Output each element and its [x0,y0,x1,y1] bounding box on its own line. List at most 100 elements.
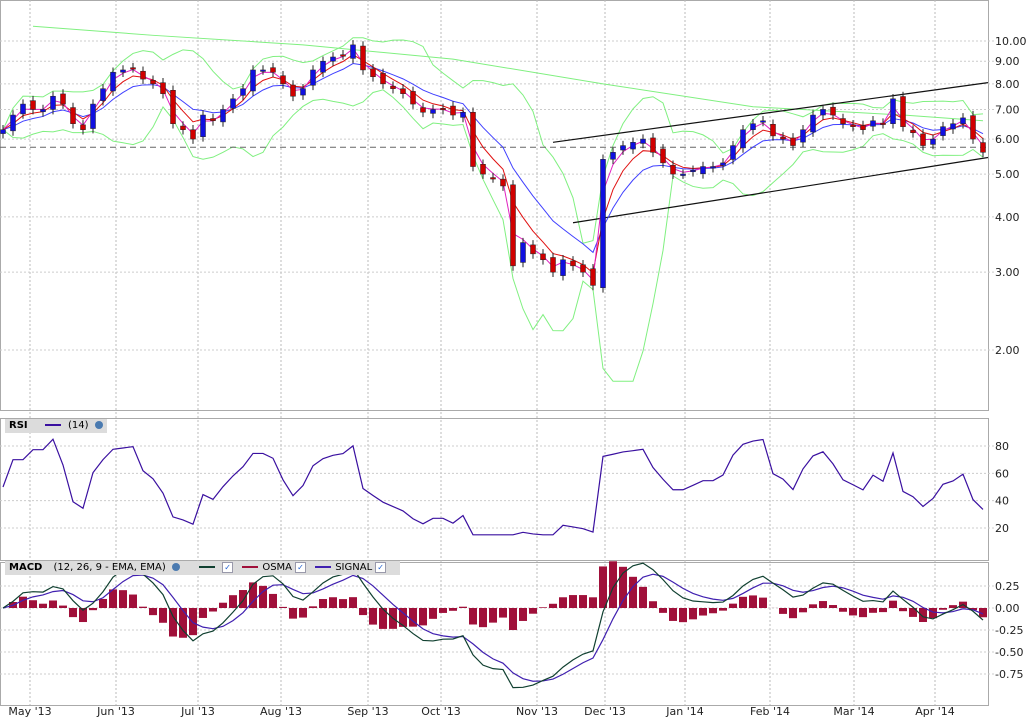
osma-bar [799,608,807,613]
candle-down [360,45,366,71]
x-tick-label: Mar '14 [833,705,874,718]
chart-canvas: May '13 Jun '13 Jul '13 Aug '13 Sep '13 Oct '… [0,0,1027,718]
candle-up [690,170,696,173]
osma-bar [599,566,607,608]
macd-params: (12, 26, 9 - EMA, EMA) [53,562,166,573]
candle-down [440,108,446,111]
macd-tick-label: -0.75 [995,668,1023,681]
candle-down [540,253,546,261]
candle-up [110,71,116,92]
settings-globe-icon[interactable] [94,421,103,429]
osma-bar [939,608,947,610]
candle-down [860,125,866,130]
candle-up [330,56,336,62]
osma-bar [189,608,197,636]
osma-bar [749,595,757,608]
candle-up [300,88,306,96]
osma-bar [89,608,97,611]
price-tick-label: 10.00 [995,35,1027,48]
candle-down [770,124,776,137]
price-tick-label: 6.00 [995,133,1020,146]
ema-mid-line [2,54,984,274]
x-tick-label: Jul '13 [180,705,215,718]
candle-down [980,142,986,153]
candle-down [170,90,176,124]
osma-bar [859,608,867,618]
price-tick-label: 9.00 [995,55,1020,68]
candle-up [810,114,816,133]
candle-down [280,75,286,85]
candle-down [850,124,856,127]
osma-bar [709,608,717,614]
osma-bar [829,605,837,608]
osma-bar [319,599,327,608]
candle-down [670,164,676,175]
candle-up [800,129,806,143]
osma-bar [329,597,337,608]
candle-up [950,123,956,130]
osma-bar [699,608,707,616]
osma-bar [269,593,277,608]
candle-down [450,105,456,116]
rsi-tick-label: 60 [995,467,1009,480]
osma-bar [549,603,557,608]
candle-up [220,109,226,123]
osma-bar [349,597,357,608]
settings-globe-icon[interactable] [171,563,180,571]
osma-bar [499,608,507,618]
candle-up [930,138,936,145]
osma-bar [229,595,237,608]
price-tick-label: 3.00 [995,266,1020,279]
candle-up [20,103,26,115]
osma-bar [149,608,157,616]
candle-up [240,88,246,96]
osma-bar [359,608,367,616]
candle-up [90,103,96,129]
candle-down [590,268,596,286]
osma-bar [459,606,467,608]
candle-down [160,82,166,94]
candle-up [350,44,356,59]
x-tick-label: Sep '13 [347,705,388,718]
candle-down [840,118,846,124]
price-tick-label: 5.00 [995,168,1020,181]
candle-down [80,124,86,130]
rsi-tick-label: 40 [995,495,1009,508]
signal-toggle-checkbox[interactable]: ✓ [375,561,387,573]
channel-lower-trendline [572,156,989,224]
candle-down [900,96,906,127]
candle-down [550,257,556,273]
osma-bar [139,606,147,608]
candle-up [610,152,616,160]
osma-bar [849,608,857,616]
osma-bar [669,608,677,621]
macd-toggle-checkbox[interactable]: ✓ [222,561,234,573]
osma-bar [119,590,127,608]
candle-up [50,95,56,110]
osma-bar [579,595,587,608]
x-tick-label: Apr '14 [915,705,955,718]
osma-bar [629,576,637,608]
candle-up [40,109,46,113]
candle-down [970,115,976,140]
candle-up [760,120,766,123]
macd-tick-label: 0.25 [995,580,1020,593]
osma-bar [49,600,57,608]
candle-up [640,138,646,144]
osma-toggle-checkbox[interactable]: ✓ [295,561,307,573]
candle-up [940,126,946,136]
candle-down [510,184,516,267]
candle-up [250,69,256,92]
candle-up [620,145,626,151]
osma-bar [129,594,137,608]
osma-bar [729,603,737,608]
x-tick-label: May '13 [8,705,51,718]
osma-bar [719,608,727,611]
osma-bar [29,600,37,608]
candle-down [340,54,346,57]
candle-down [270,67,276,73]
osma-bar [209,608,217,612]
osma-bar [659,608,667,613]
candle-down [30,100,36,110]
osma-bar [839,608,847,612]
